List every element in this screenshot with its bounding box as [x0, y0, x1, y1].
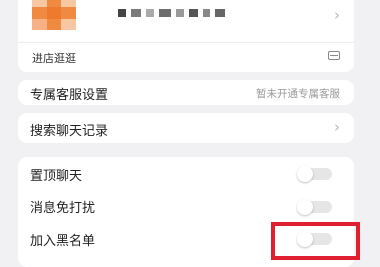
profile-chevron-icon: ›: [334, 6, 340, 24]
search-chevron-icon: ›: [334, 118, 340, 136]
pin-chat-toggle[interactable]: [297, 166, 332, 182]
store-link[interactable]: 进店逛逛: [32, 50, 76, 66]
blacklist-label: 加入黑名单: [30, 234, 96, 249]
blurred-name-icon: [118, 8, 225, 18]
profile-divider: [18, 42, 354, 43]
toggle-knob: [297, 199, 313, 215]
mute-notifications-label: 消息免打扰: [30, 201, 96, 216]
service-status-value: 暂未开通专属客服: [256, 88, 340, 100]
highlight-box: [271, 222, 360, 260]
blurred-avatar-icon: [32, 0, 76, 30]
profile-card[interactable]: › 进店逛逛: [18, 0, 354, 72]
service-settings-label: 专属客服设置: [30, 88, 109, 103]
toggle-knob: [297, 166, 313, 182]
pin-chat-label: 置顶聊天: [30, 169, 83, 184]
search-history-label: 搜索聊天记录: [30, 124, 109, 139]
service-settings-row[interactable]: 专属客服设置 暂未开通专属客服: [18, 80, 354, 105]
mute-notifications-toggle[interactable]: [297, 199, 332, 215]
storefront-icon[interactable]: [328, 51, 340, 60]
search-history-row[interactable]: 搜索聊天记录 ›: [18, 113, 354, 143]
